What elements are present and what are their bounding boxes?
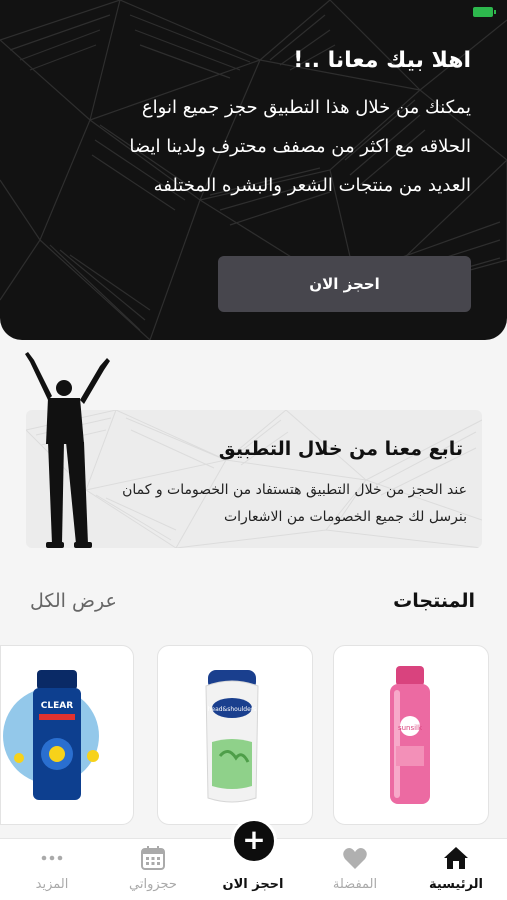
- sunsilk-bottle-icon: sunsilk: [390, 666, 430, 804]
- plus-icon[interactable]: +: [231, 818, 277, 864]
- heart-icon: [343, 848, 367, 869]
- view-all-link[interactable]: عرض الكل: [30, 590, 117, 612]
- nav-item-home[interactable]: الرئيسية: [411, 839, 501, 900]
- book-now-button[interactable]: احجز الان: [218, 256, 471, 312]
- nav-item-more[interactable]: المزيد: [7, 839, 97, 900]
- nav-label-book-now: احجز الان: [222, 877, 284, 892]
- battery-icon: [473, 7, 496, 17]
- products-section-title: المنتجات: [393, 590, 475, 612]
- hero-description: يمكنك من خلال هذا التطبيق حجز جميع انواع…: [129, 97, 471, 196]
- nav-label-my-bookings: حجزواتي: [129, 877, 177, 892]
- home-icon: [444, 847, 468, 869]
- hero-banner: اهلا بيك معانا ..! يمكنك من خلال هذا الت…: [0, 0, 507, 340]
- nav-label-home: الرئيسية: [428, 877, 484, 892]
- nav-label-more: المزيد: [35, 877, 69, 892]
- product-card[interactable]: head&shoulders: [157, 645, 313, 825]
- svg-text:head&shoulders: head&shoulders: [208, 706, 257, 713]
- hero-title: اهلا بيك معانا ..!: [293, 48, 471, 73]
- clear-bottle-icon: CLEAR: [3, 670, 99, 800]
- nav-label-favorites: المفضلة: [332, 877, 378, 892]
- product-card[interactable]: CLEAR: [0, 645, 134, 825]
- svg-text:CLEAR: CLEAR: [41, 701, 73, 711]
- product-card[interactable]: sunsilk: [333, 645, 489, 825]
- nav-item-favorites[interactable]: المفضلة: [310, 839, 400, 900]
- calendar-icon: [141, 846, 165, 870]
- head-shoulders-bottle-icon: head&shoulders: [205, 670, 259, 803]
- more-icon: [41, 855, 63, 861]
- svg-text:sunsilk: sunsilk: [398, 724, 423, 732]
- nav-item-my-bookings[interactable]: حجزواتي: [108, 839, 198, 900]
- follow-description: عند الحجز من خلال التطبيق هتستفاد من الخ…: [122, 482, 467, 525]
- follow-title: تابع معنا من خلال التطبيق: [218, 438, 463, 460]
